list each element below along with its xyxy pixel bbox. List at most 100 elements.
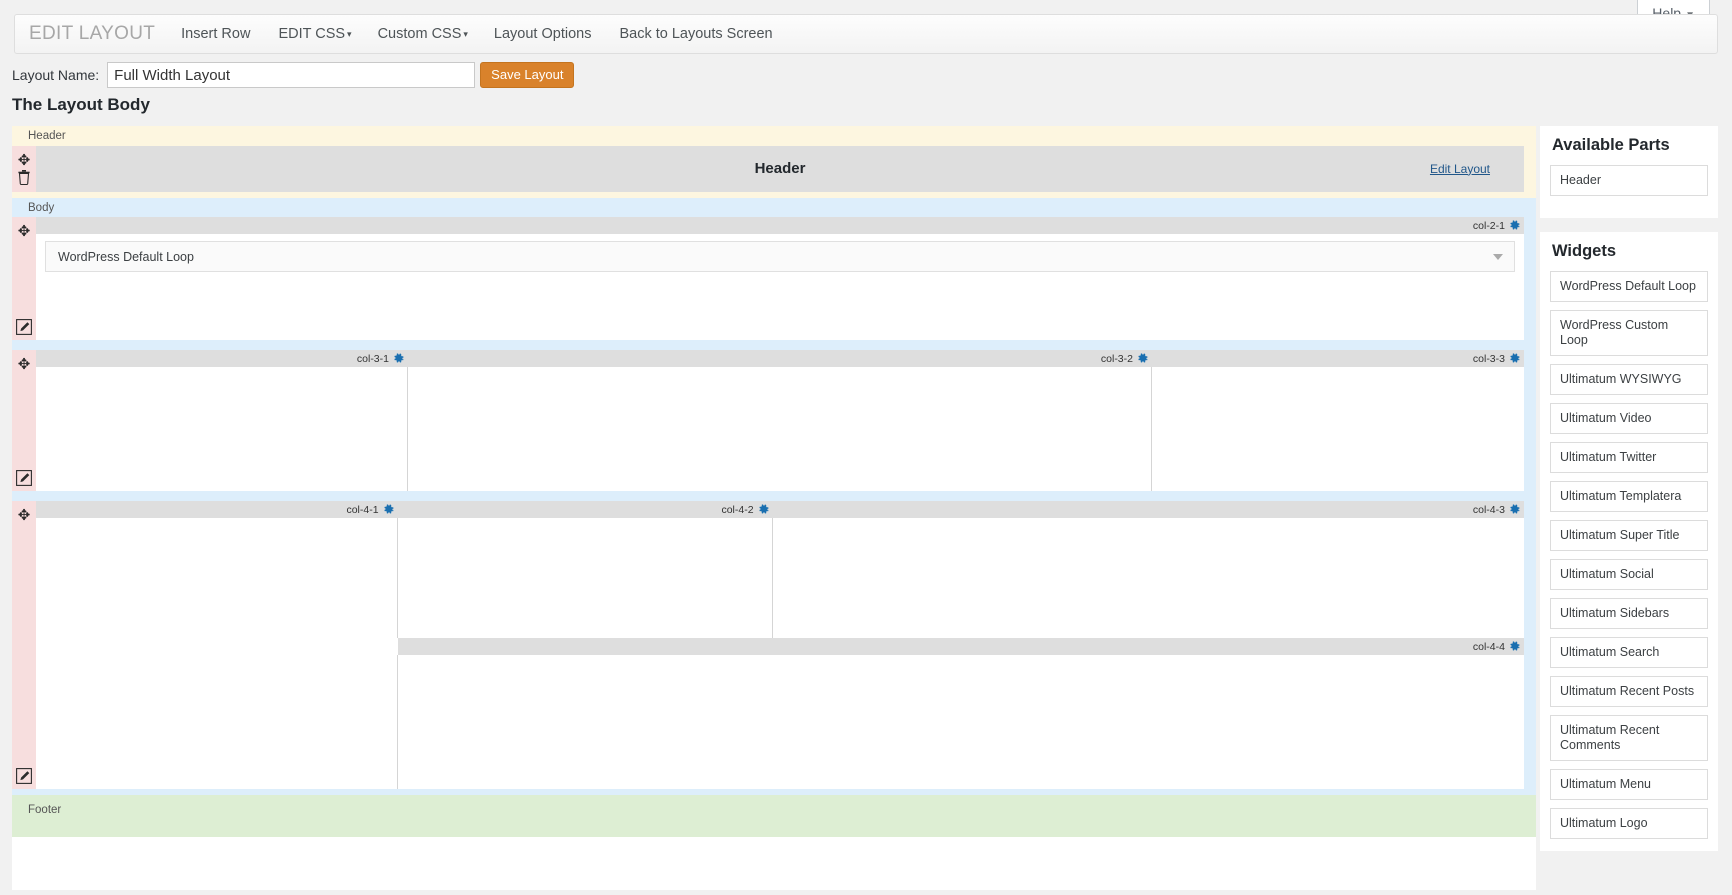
widget-item[interactable]: Ultimatum Templatera	[1550, 481, 1708, 512]
gear-icon[interactable]	[393, 353, 404, 364]
available-parts-title: Available Parts	[1552, 136, 1670, 154]
column-cell-col-4-2[interactable]	[397, 518, 773, 639]
menu-edit-css-label: EDIT CSS	[278, 26, 346, 42]
widget-item[interactable]: Ultimatum Twitter	[1550, 442, 1708, 473]
widget-card[interactable]: WordPress Default Loop	[45, 241, 1515, 273]
column-cell-col-2-1[interactable]: WordPress Default Loop	[36, 234, 1524, 341]
widget-item[interactable]: Ultimatum Social	[1550, 559, 1708, 590]
move-icon[interactable]: ✥	[16, 224, 32, 240]
move-icon[interactable]: ✥	[16, 152, 32, 169]
column-cell-col-3-3[interactable]	[1152, 367, 1524, 492]
layout-row-col-4: ✥ col-4-1 col-4-2 col-4-3 col-4-4	[12, 501, 1524, 790]
zone-footer: Footer	[12, 795, 1536, 838]
widget-card-label: WordPress Default Loop	[58, 249, 194, 264]
layout-name-row: Layout Name: Save Layout	[0, 58, 1732, 92]
column-handle-col-4-4[interactable]: col-4-4	[398, 638, 1524, 655]
edit-layout-link[interactable]: Edit Layout	[1430, 162, 1490, 176]
right-sidebar: Available Parts Header Widgets WordPress…	[1540, 126, 1718, 865]
header-part-row: ✥ Header Edit Layout	[12, 145, 1524, 192]
zone-body-label: Body	[28, 201, 55, 214]
layout-row-col-3: ✥ col-3-1 col-3-2 col-3-3	[12, 350, 1524, 492]
column-label: col-2-1	[1472, 219, 1505, 232]
column-bar: col-4-1 col-4-2 col-4-3	[36, 501, 1524, 519]
move-icon[interactable]: ✥	[16, 508, 32, 524]
widget-item[interactable]: Ultimatum Recent Posts	[1550, 676, 1708, 707]
column-handle-col-2-1[interactable]: col-2-1	[36, 217, 1524, 234]
zone-header-label: Header	[28, 130, 66, 142]
column-label: col-4-1	[346, 503, 379, 516]
gear-icon[interactable]	[1509, 641, 1520, 652]
menu-layout-options-label: Layout Options	[493, 26, 592, 42]
row-handle-column: ✥	[12, 145, 36, 192]
column-body	[36, 655, 1524, 790]
widget-item[interactable]: WordPress Default Loop	[1550, 271, 1708, 302]
column-handle-col-3-3[interactable]: col-3-3	[1152, 350, 1524, 367]
widget-item[interactable]: Ultimatum WYSIWYG	[1550, 364, 1708, 395]
layout-body-heading: The Layout Body	[12, 95, 150, 114]
widget-item[interactable]: Ultimatum Logo	[1550, 808, 1708, 839]
menu-back-to-layouts[interactable]: Back to Layouts Screen	[619, 26, 774, 42]
menu-custom-css[interactable]: Custom CSS ▾	[378, 26, 468, 42]
column-cell-col-4-1-upper[interactable]	[36, 518, 398, 639]
gear-icon[interactable]	[1509, 220, 1520, 231]
column-body	[36, 518, 1524, 639]
available-parts-panel: Available Parts Header	[1540, 126, 1718, 218]
gear-icon[interactable]	[1509, 504, 1520, 515]
available-part-header[interactable]: Header	[1550, 165, 1708, 196]
column-handle-col-4-3[interactable]: col-4-3	[773, 501, 1524, 518]
trash-icon[interactable]	[17, 169, 31, 185]
row-handle-column: ✥	[12, 350, 36, 492]
row-handle-column: ✥	[12, 217, 36, 341]
gear-icon[interactable]	[383, 504, 394, 515]
widget-item[interactable]: Ultimatum Recent Comments	[1550, 715, 1708, 761]
menu-custom-css-label: Custom CSS	[377, 26, 462, 42]
zone-footer-label: Footer	[28, 804, 62, 817]
page-title: EDIT LAYOUT	[29, 23, 156, 44]
column-label: col-4-4	[1472, 640, 1505, 653]
widget-item[interactable]: WordPress Custom Loop	[1550, 310, 1708, 356]
gear-icon[interactable]	[758, 504, 769, 515]
edit-row-icon[interactable]	[16, 319, 32, 336]
chevron-down-icon: ▾	[463, 29, 468, 39]
gear-icon[interactable]	[1137, 353, 1148, 364]
column-bar: col-2-1	[36, 217, 1524, 235]
header-part-strip: Header Edit Layout	[36, 145, 1524, 192]
column-cell-col-4-1-lower[interactable]	[36, 655, 398, 790]
widget-item[interactable]: Ultimatum Super Title	[1550, 520, 1708, 551]
menu-edit-css[interactable]: EDIT CSS ▾	[278, 26, 351, 42]
widget-item[interactable]: Ultimatum Video	[1550, 403, 1708, 434]
edit-row-icon[interactable]	[16, 470, 32, 487]
chevron-down-icon: ▾	[347, 29, 352, 39]
column-handle-col-3-1[interactable]: col-3-1	[36, 350, 408, 367]
column-cell-col-3-2[interactable]	[408, 367, 1152, 492]
menu-insert-row-label: Insert Row	[181, 26, 251, 42]
column-label: col-3-2	[1100, 352, 1133, 365]
column-label: col-4-2	[721, 503, 754, 516]
menu-layout-options[interactable]: Layout Options	[494, 26, 594, 42]
layout-name-label: Layout Name:	[12, 67, 100, 83]
widget-item[interactable]: Ultimatum Search	[1550, 637, 1708, 668]
edit-layout-toolbar: EDIT LAYOUT Insert Row EDIT CSS ▾ Custom …	[14, 14, 1718, 54]
widget-item[interactable]: Ultimatum Sidebars	[1550, 598, 1708, 629]
column-label: col-4-3	[1472, 503, 1505, 516]
layout-name-input[interactable]	[107, 62, 476, 88]
column-label: col-3-3	[1472, 352, 1505, 365]
column-cell-col-3-1[interactable]	[36, 367, 408, 492]
column-handle-col-4-2[interactable]: col-4-2	[398, 501, 773, 518]
chevron-down-icon[interactable]	[1493, 253, 1503, 260]
menu-insert-row[interactable]: Insert Row	[181, 26, 252, 42]
layout-canvas: Header ✥ Header Edit Layout Body ✥ col-2…	[12, 126, 1536, 890]
zone-header: Header ✥ Header Edit Layout	[12, 126, 1536, 198]
column-body: WordPress Default Loop	[36, 234, 1524, 341]
row-handle-column: ✥	[12, 501, 36, 790]
move-icon[interactable]: ✥	[16, 357, 32, 373]
gear-icon[interactable]	[1509, 353, 1520, 364]
save-layout-button[interactable]: Save Layout	[480, 61, 575, 89]
column-cell-col-4-4[interactable]	[397, 655, 1524, 790]
widget-item[interactable]: Ultimatum Menu	[1550, 769, 1708, 800]
column-bar-spacer	[36, 638, 398, 656]
column-handle-col-4-1[interactable]: col-4-1	[36, 501, 398, 518]
column-cell-col-4-3[interactable]	[772, 518, 1524, 639]
column-handle-col-3-2[interactable]: col-3-2	[408, 350, 1152, 367]
edit-row-icon[interactable]	[16, 768, 32, 785]
